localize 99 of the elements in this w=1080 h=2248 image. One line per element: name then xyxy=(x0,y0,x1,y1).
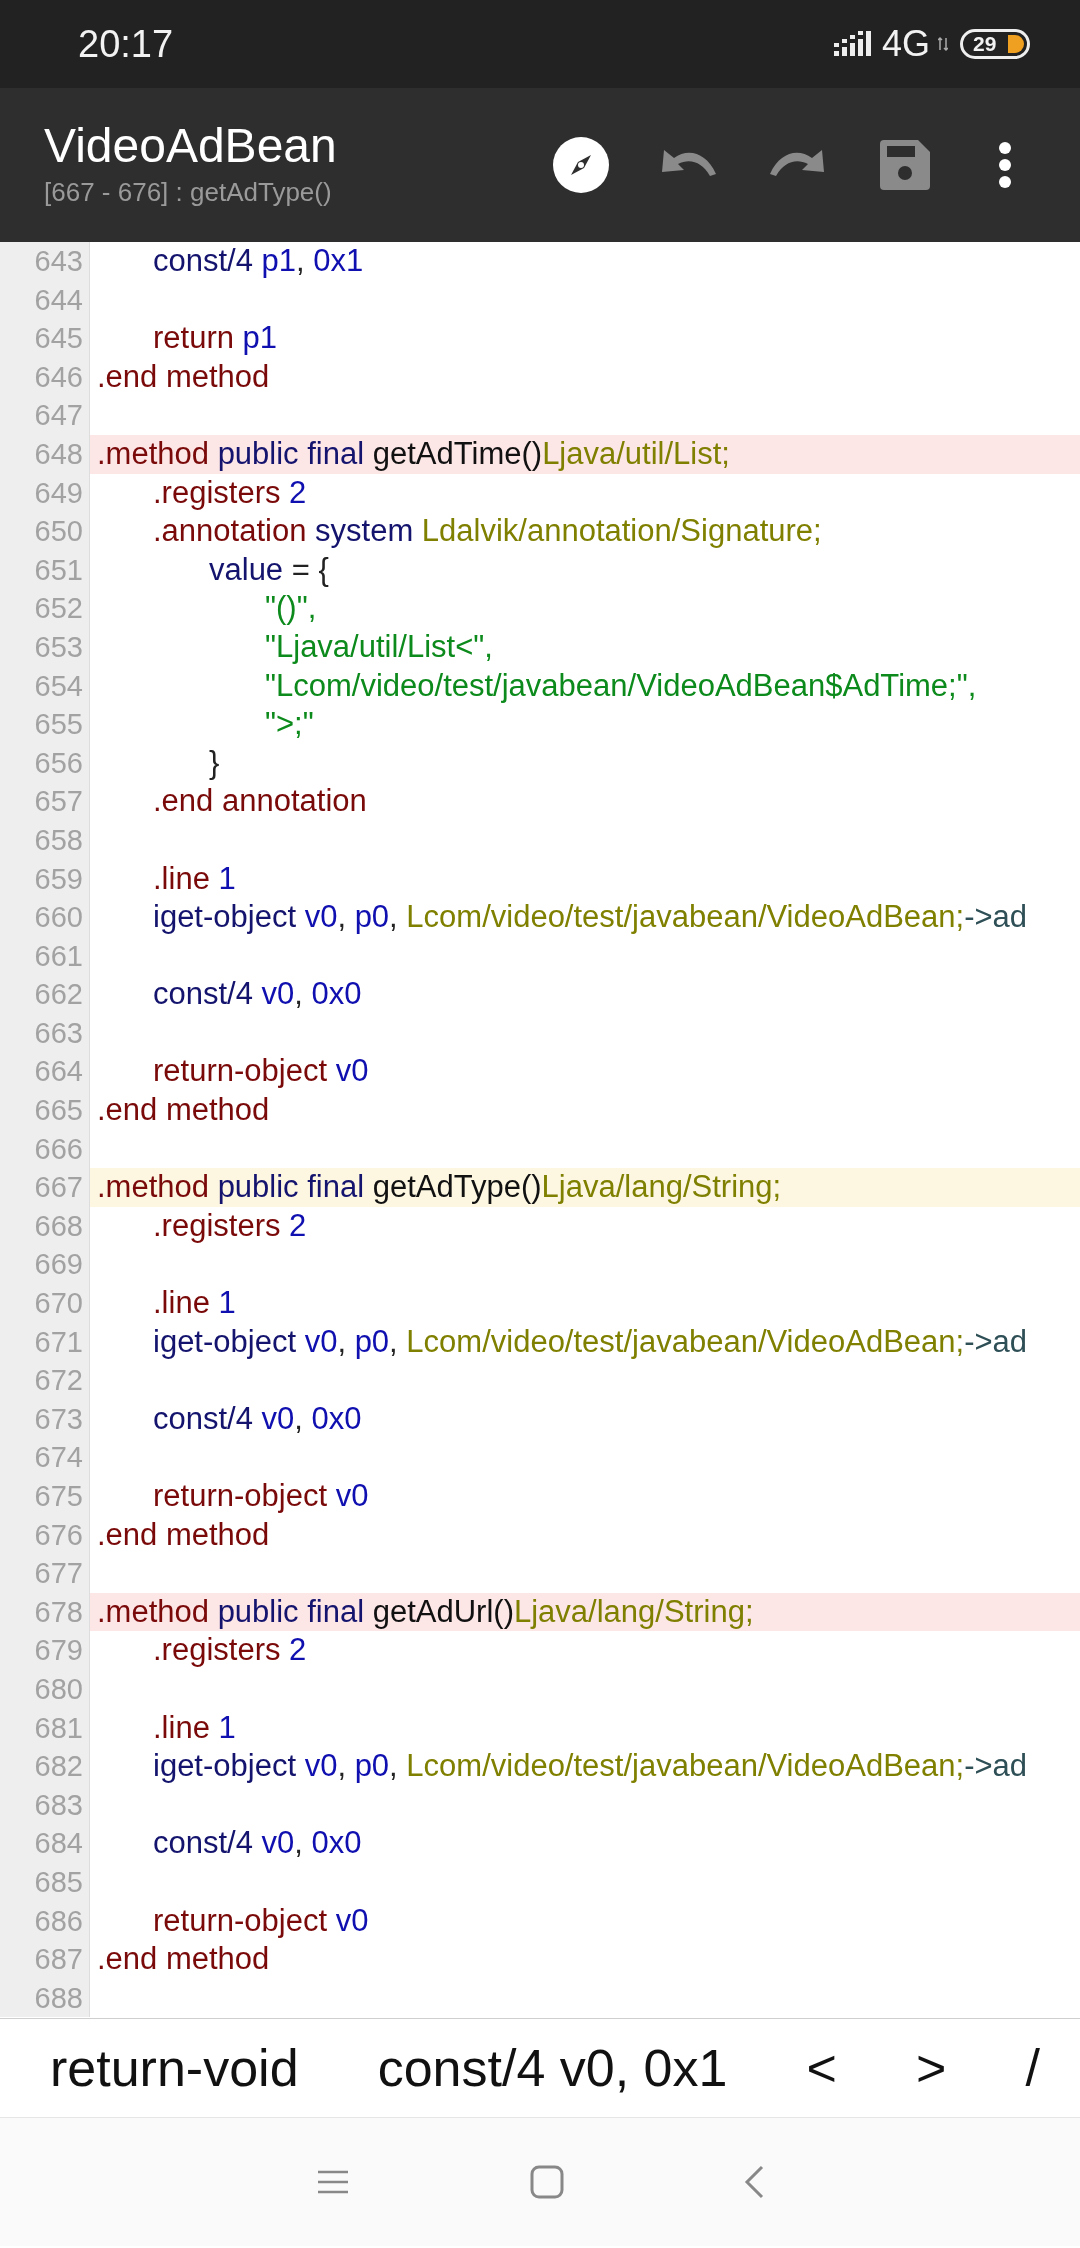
line-number: 669 xyxy=(0,1245,90,1285)
line-number: 654 xyxy=(0,666,90,706)
line-number: 671 xyxy=(0,1322,90,1362)
code-line: .registers 2 xyxy=(152,473,307,512)
line-number: 674 xyxy=(0,1438,90,1477)
line-number: 660 xyxy=(0,898,90,937)
code-line: .end method xyxy=(97,357,270,396)
save-icon xyxy=(880,140,930,190)
battery-indicator: 29 xyxy=(960,29,1030,59)
compass-icon xyxy=(553,137,609,193)
code-line: "Lcom/video/test/javabean/VideoAdBean$AdTime;", xyxy=(264,666,977,705)
symbol-key[interactable]: > xyxy=(896,2042,967,2094)
code-line: .end annotation xyxy=(152,782,367,821)
code-line: const/4 p1, 0x1 xyxy=(152,242,364,280)
line-number: 679 xyxy=(0,1631,90,1670)
line-number: 667 xyxy=(0,1168,90,1207)
line-number: 656 xyxy=(0,743,90,783)
code-line: .method public final getAdType()Ljava/lang/String; xyxy=(97,1168,782,1207)
line-number: 670 xyxy=(0,1284,90,1323)
code-line: .end method xyxy=(97,1940,270,1979)
symbol-key[interactable]: < xyxy=(786,2042,857,2094)
line-number: 662 xyxy=(0,975,90,1014)
line-number: 687 xyxy=(0,1940,90,1979)
symbol-key[interactable]: / xyxy=(1005,2042,1060,2094)
code-line: iget-object v0, p0, Lcom/video/test/javabean/VideoAdBean;->ad xyxy=(152,1322,1028,1361)
code-line: .end method xyxy=(97,1091,270,1130)
line-number: 673 xyxy=(0,1399,90,1439)
code-line: iget-object v0, p0, Lcom/video/test/javabean/VideoAdBean;->ad xyxy=(152,898,1028,937)
line-number: 668 xyxy=(0,1206,90,1246)
code-line: value = { xyxy=(208,550,329,589)
code-line: .method public final getAdUrl()Ljava/lang/String; xyxy=(97,1592,754,1631)
code-line: .registers 2 xyxy=(152,1631,307,1670)
code-line: ">;" xyxy=(264,705,314,744)
more-icon xyxy=(998,141,1012,189)
line-number: 686 xyxy=(0,1901,90,1941)
line-number: 648 xyxy=(0,434,90,474)
line-number: 676 xyxy=(0,1515,90,1555)
code-line: .line 1 xyxy=(152,1284,236,1323)
code-line: const/4 v0, 0x0 xyxy=(152,975,362,1014)
line-number: 664 xyxy=(0,1052,90,1092)
line-number: 653 xyxy=(0,627,90,667)
code-line: } xyxy=(208,743,220,782)
line-number: 672 xyxy=(0,1361,90,1400)
method-range-subtitle: [667 - 676] : getAdType() xyxy=(44,176,333,210)
line-number: 665 xyxy=(0,1091,90,1130)
code-line: .registers 2 xyxy=(152,1206,307,1245)
line-number: 661 xyxy=(0,936,90,976)
menu-button[interactable] xyxy=(316,2169,350,2195)
home-button[interactable] xyxy=(530,2165,564,2199)
line-number: 677 xyxy=(0,1554,90,1593)
line-number: 649 xyxy=(0,473,90,513)
line-number: 651 xyxy=(0,550,90,590)
code-line: .annotation system Ldalvik/annotation/Signature; xyxy=(152,512,822,551)
back-icon xyxy=(744,2165,764,2199)
code-line: return-object v0 xyxy=(152,1901,369,1940)
code-line: .line 1 xyxy=(152,1708,236,1747)
code-line: const/4 v0, 0x0 xyxy=(152,1399,362,1438)
line-number: 680 xyxy=(0,1669,90,1709)
line-number: 684 xyxy=(0,1824,90,1863)
code-line: return p1 xyxy=(152,319,278,358)
signal-icon xyxy=(833,31,874,57)
line-number: 675 xyxy=(0,1477,90,1516)
symbol-key[interactable]: return-void xyxy=(30,2042,319,2094)
code-line: return-object v0 xyxy=(152,1477,369,1515)
line-number: 678 xyxy=(0,1592,90,1632)
code-line: "Ljava/util/List<", xyxy=(264,627,493,666)
file-title: VideoAdBean xyxy=(44,117,338,174)
back-button[interactable] xyxy=(744,2165,764,2199)
line-number: 685 xyxy=(0,1862,90,1902)
line-number: 644 xyxy=(0,280,90,320)
line-number: 643 xyxy=(0,242,90,281)
home-icon xyxy=(530,2165,564,2199)
code-line: iget-object v0, p0, Lcom/video/test/javabean/VideoAdBean;->ad xyxy=(152,1747,1028,1786)
code-line: .line 1 xyxy=(152,859,236,898)
data-arrows-icon xyxy=(938,36,948,52)
line-number: 650 xyxy=(0,512,90,551)
code-line: const/4 v0, 0x0 xyxy=(152,1824,362,1863)
line-number: 683 xyxy=(0,1785,90,1825)
line-number: 681 xyxy=(0,1708,90,1748)
line-number: 647 xyxy=(0,396,90,435)
line-number: 652 xyxy=(0,589,90,628)
line-number: 655 xyxy=(0,705,90,744)
line-number: 658 xyxy=(0,820,90,860)
line-number: 657 xyxy=(0,782,90,821)
symbol-key[interactable]: const/4 v0, 0x1 xyxy=(357,2042,748,2094)
line-number: 645 xyxy=(0,319,90,358)
line-number: 659 xyxy=(0,859,90,899)
line-number: 663 xyxy=(0,1013,90,1053)
line-number: 646 xyxy=(0,357,90,397)
line-number: 688 xyxy=(0,1978,90,2018)
line-number: 682 xyxy=(0,1747,90,1786)
line-number: 666 xyxy=(0,1129,90,1169)
code-line: .end method xyxy=(97,1515,270,1554)
status-time: 20:17 xyxy=(78,21,174,67)
code-line: .method public final getAdTime()Ljava/util/List; xyxy=(97,434,730,473)
network-type: 4G xyxy=(881,22,930,66)
code-line: "()", xyxy=(264,589,317,628)
code-line: return-object v0 xyxy=(152,1052,369,1091)
menu-icon xyxy=(316,2169,350,2195)
